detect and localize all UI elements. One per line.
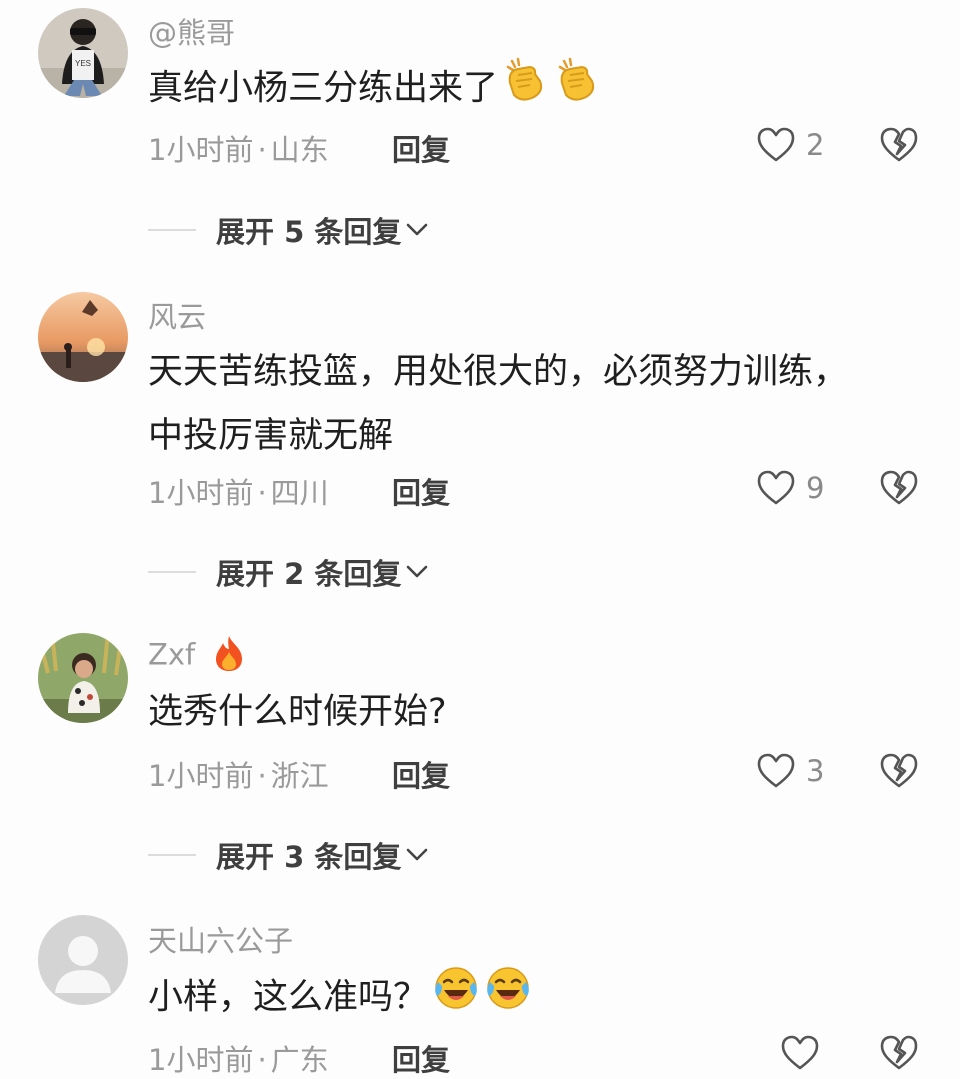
like-count: 3 <box>806 754 825 788</box>
like-button[interactable] <box>780 1032 830 1074</box>
dislike-button[interactable] <box>878 751 920 791</box>
reply-button[interactable]: 回复 <box>392 127 450 169</box>
comment-time: 1小时前 <box>148 759 254 793</box>
chevron-down-icon <box>407 565 428 578</box>
like-button[interactable]: 2 <box>756 124 824 166</box>
like-button[interactable]: 9 <box>756 467 824 509</box>
reply-button[interactable]: 回复 <box>392 1037 450 1079</box>
comment-text-line: 天天苦练投篮，用处很大的，必须努力训练， <box>148 352 849 392</box>
comment-meta: 1小时前 · 浙江 <box>148 753 329 795</box>
username[interactable]: Zxf <box>148 634 246 679</box>
heart-icon <box>757 470 795 505</box>
comment-text: 选秀什么时候开始? <box>148 680 447 744</box>
meta-separator: · <box>257 1043 267 1077</box>
comment-text-line: 真给小杨三分练出来了 <box>148 68 499 109</box>
avatar[interactable] <box>38 633 128 723</box>
expand-replies-label: 展开 2 条回复 <box>216 557 402 591</box>
divider-line <box>148 229 196 231</box>
avatar[interactable] <box>38 292 128 382</box>
comment-time: 1小时前 <box>148 1043 254 1077</box>
expand-replies[interactable]: 展开 5 条回复 <box>148 210 429 250</box>
avatar[interactable] <box>38 915 128 1005</box>
expand-replies-label: 展开 5 条回复 <box>216 215 402 249</box>
clapping-hands-icon <box>554 55 602 124</box>
comment-meta: 1小时前 · 山东 <box>148 127 329 169</box>
comment-text: 小样，这么准吗？ <box>148 964 532 1033</box>
laughing-crying-face-icon <box>432 964 480 1033</box>
comment-time: 1小时前 <box>148 133 254 167</box>
username[interactable]: @熊哥 <box>148 10 235 52</box>
comment-text-line: 中投厉害就无解 <box>148 416 394 456</box>
broken-heart-icon <box>880 470 918 505</box>
comment-text-line: 选秀什么时候开始? <box>148 692 447 732</box>
fire-icon <box>212 634 246 679</box>
username[interactable]: 天山六公子 <box>148 918 293 960</box>
divider-line <box>148 571 196 573</box>
clapping-hands-icon <box>502 55 550 124</box>
broken-heart-icon <box>880 753 918 788</box>
broken-heart-icon <box>880 127 918 162</box>
broken-heart-icon <box>880 1035 918 1070</box>
username-text: Zxf <box>148 637 196 672</box>
meta-separator: · <box>257 759 267 793</box>
comment-meta: 1小时前 · 广东 <box>148 1037 329 1079</box>
reply-button[interactable]: 回复 <box>392 470 450 512</box>
avatar[interactable]: YES <box>38 8 128 98</box>
chevron-down-icon <box>407 223 428 236</box>
dislike-button[interactable] <box>878 125 920 165</box>
heart-icon <box>757 753 795 788</box>
expand-replies[interactable]: 展开 3 条回复 <box>148 835 429 875</box>
reply-button[interactable]: 回复 <box>392 753 450 795</box>
comment-location: 四川 <box>270 476 329 510</box>
divider-line <box>148 854 196 856</box>
heart-icon <box>781 1035 819 1070</box>
heart-icon <box>757 127 795 162</box>
expand-replies[interactable]: 展开 2 条回复 <box>148 552 429 592</box>
comment-location: 广东 <box>270 1043 329 1077</box>
like-count: 9 <box>806 471 825 505</box>
dislike-button[interactable] <box>878 468 920 508</box>
svg-text:YES: YES <box>75 59 91 68</box>
meta-separator: · <box>257 476 267 510</box>
expand-replies-label: 展开 3 条回复 <box>216 840 402 874</box>
chevron-down-icon <box>407 848 428 861</box>
comment-time: 1小时前 <box>148 476 254 510</box>
comment-text: 真给小杨三分练出来了 <box>148 55 602 124</box>
dislike-button[interactable] <box>878 1033 920 1073</box>
comment-text-line: 小样，这么准吗？ <box>148 977 429 1018</box>
laughing-crying-face-icon <box>484 964 532 1033</box>
like-count: 2 <box>806 128 825 162</box>
comment-meta: 1小时前 · 四川 <box>148 470 329 512</box>
comment-text: 天天苦练投篮，用处很大的，必须努力训练， 中投厉害就无解 <box>148 340 848 468</box>
meta-separator: · <box>257 133 267 167</box>
comment-location: 浙江 <box>270 759 329 793</box>
comment-location: 山东 <box>270 133 329 167</box>
like-button[interactable]: 3 <box>756 750 824 792</box>
username[interactable]: 风云 <box>148 294 206 336</box>
